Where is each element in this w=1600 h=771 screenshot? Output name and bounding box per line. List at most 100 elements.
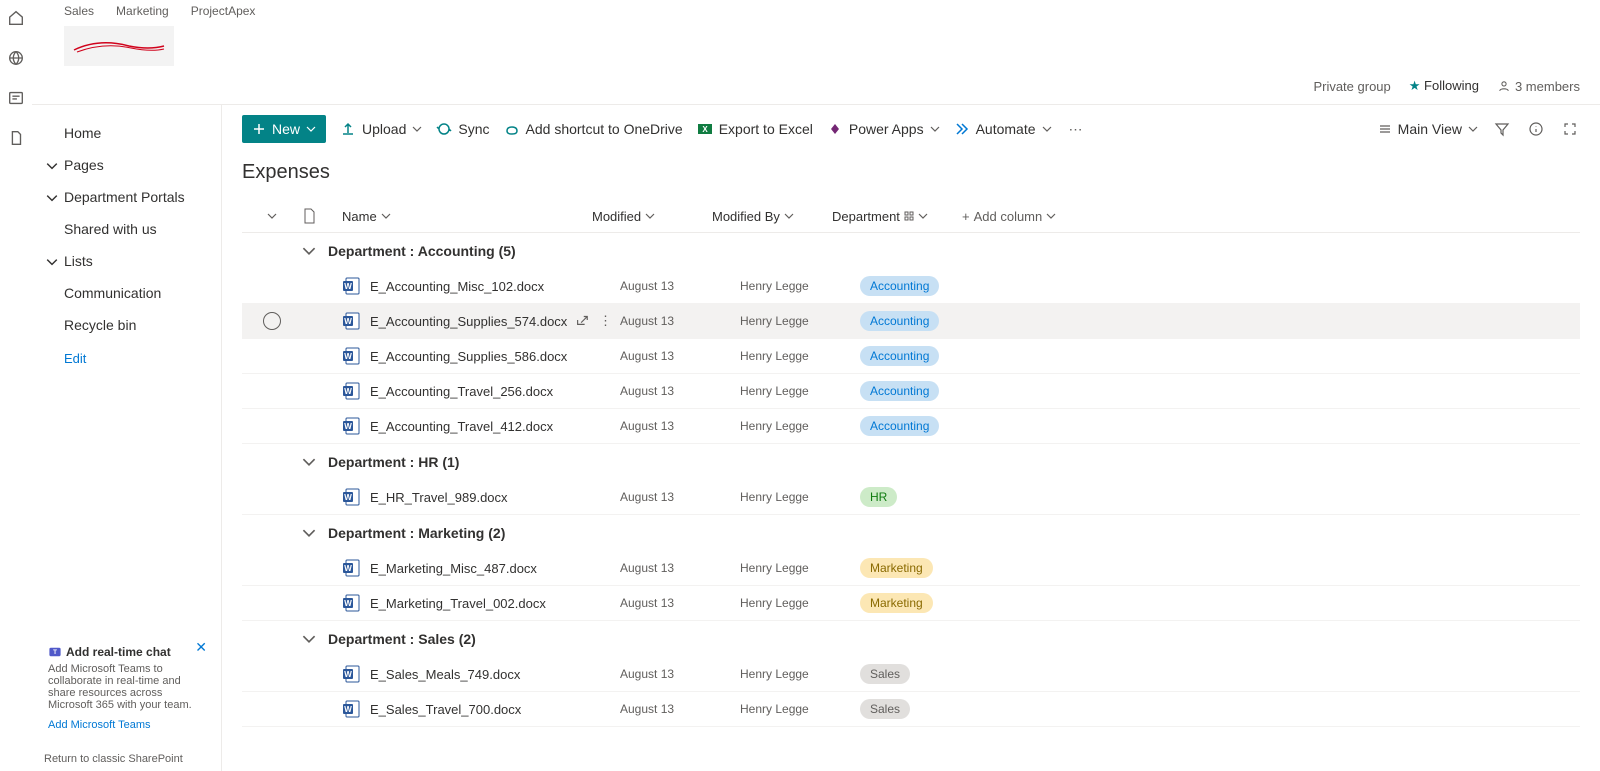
following-toggle[interactable]: ★ Following — [1409, 78, 1479, 94]
close-icon[interactable]: ✕ — [195, 639, 207, 656]
expand-icon[interactable] — [1560, 119, 1580, 139]
home-icon[interactable] — [6, 8, 26, 28]
modified-by: Henry Legge — [740, 349, 860, 363]
power-apps-button[interactable]: Power Apps — [827, 121, 940, 137]
modified-by: Henry Legge — [740, 667, 860, 681]
select-all-column[interactable] — [242, 211, 302, 221]
file-name[interactable]: E_Marketing_Misc_487.docx — [370, 561, 570, 576]
department-badge: Accounting — [860, 381, 990, 401]
more-icon[interactable]: ⋮ — [599, 313, 612, 329]
file-type-column[interactable] — [302, 208, 342, 224]
export-excel-button[interactable]: X Export to Excel — [697, 121, 813, 137]
table-row[interactable]: E_Accounting_Travel_412.docx August 13Hen… — [242, 409, 1580, 444]
nav-lists[interactable]: Lists — [32, 245, 221, 277]
file-name[interactable]: E_Accounting_Supplies_586.docx — [370, 349, 570, 364]
nav-home[interactable]: Home — [32, 117, 221, 149]
tab-projectapex[interactable]: ProjectApex — [191, 4, 256, 18]
file-name[interactable]: E_Accounting_Travel_412.docx — [370, 419, 570, 434]
command-bar: New Upload Sync Add shortcut to O — [222, 105, 1600, 153]
file-name[interactable]: E_Sales_Meals_749.docx — [370, 667, 570, 682]
modified-date: August 13 — [620, 667, 740, 681]
word-file-icon — [342, 559, 360, 577]
upload-button[interactable]: Upload — [340, 121, 422, 137]
table-header: Name Modified Modified By Departmen — [242, 200, 1580, 233]
modified-date: August 13 — [620, 561, 740, 575]
department-badge: Accounting — [860, 416, 990, 436]
nav-communication[interactable]: Communication — [32, 277, 221, 309]
table-row[interactable]: E_HR_Travel_989.docxAugust 13Henry Legge… — [242, 480, 1580, 515]
modified-by: Henry Legge — [740, 384, 860, 398]
group-header[interactable]: Department : Accounting (5) — [242, 233, 1580, 269]
globe-icon[interactable] — [6, 48, 26, 68]
department-column[interactable]: Department — [832, 209, 962, 224]
nav-shared-with-us[interactable]: Shared with us — [32, 213, 221, 245]
share-icon[interactable] — [575, 313, 589, 330]
modified-by: Henry Legge — [740, 279, 860, 293]
file-name[interactable]: E_Accounting_Travel_256.docx — [370, 384, 570, 399]
department-badge: Marketing — [860, 558, 990, 578]
modified-date: August 13 — [620, 419, 740, 433]
modified-date: August 13 — [620, 349, 740, 363]
add-shortcut-button[interactable]: Add shortcut to OneDrive — [504, 121, 683, 137]
modified-by: Henry Legge — [740, 314, 860, 328]
new-button[interactable]: New — [242, 115, 326, 143]
group-header[interactable]: Department : Sales (2) — [242, 621, 1580, 657]
nav-pages[interactable]: Pages — [32, 149, 221, 181]
word-file-icon — [342, 277, 360, 295]
svg-text:X: X — [702, 125, 708, 134]
members-count[interactable]: 3 members — [1497, 79, 1580, 94]
modified-date: August 13 — [620, 279, 740, 293]
file-name[interactable]: E_Accounting_Supplies_574.docx — [370, 314, 570, 329]
tab-marketing[interactable]: Marketing — [116, 4, 169, 18]
department-badge: Sales — [860, 664, 990, 684]
word-file-icon — [342, 700, 360, 718]
info-icon[interactable] — [1526, 119, 1546, 139]
teams-promo: ✕ T Add real-time chat Add Microsoft Tea… — [40, 637, 213, 739]
news-icon[interactable] — [6, 88, 26, 108]
table-row[interactable]: E_Accounting_Supplies_574.docx⋮August 13… — [242, 304, 1580, 339]
table-row[interactable]: E_Marketing_Travel_002.docxAugust 13Henr… — [242, 586, 1580, 621]
table-row[interactable]: E_Marketing_Misc_487.docx August 13Henry … — [242, 551, 1580, 586]
department-badge: Accounting — [860, 346, 990, 366]
promo-link[interactable]: Add Microsoft Teams — [48, 719, 205, 731]
modified-column[interactable]: Modified — [592, 209, 712, 224]
filter-icon[interactable] — [1492, 119, 1512, 139]
site-logo[interactable] — [64, 26, 174, 66]
promo-title: T Add real-time chat — [48, 645, 205, 659]
nav-department-portals[interactable]: Department Portals — [32, 181, 221, 213]
table-row[interactable]: E_Accounting_Supplies_586.docx August 13H… — [242, 339, 1580, 374]
file-name[interactable]: E_Sales_Travel_700.docx — [370, 702, 570, 717]
table-row[interactable]: E_Sales_Meals_749.docx August 13Henry Leg… — [242, 657, 1580, 692]
row-select[interactable] — [242, 312, 302, 330]
group-header[interactable]: Department : HR (1) — [242, 444, 1580, 480]
name-column[interactable]: Name — [342, 209, 592, 224]
modified-date: August 13 — [620, 702, 740, 716]
promo-body: Add Microsoft Teams to collaborate in re… — [48, 663, 205, 711]
table-row[interactable]: E_Accounting_Misc_102.docx August 13Henry… — [242, 269, 1580, 304]
modified-date: August 13 — [620, 384, 740, 398]
nav-edit-link[interactable]: Edit — [32, 341, 221, 374]
modified-by: Henry Legge — [740, 561, 860, 575]
main-content: New Upload Sync Add shortcut to O — [222, 105, 1600, 771]
file-name[interactable]: E_HR_Travel_989.docx — [370, 490, 570, 505]
automate-button[interactable]: Automate — [954, 121, 1052, 137]
tab-sales[interactable]: Sales — [64, 4, 94, 18]
add-column-button[interactable]: + Add column — [962, 209, 1056, 224]
group-header-info: Private group ★ Following 3 members — [32, 74, 1600, 105]
modified-by: Henry Legge — [740, 419, 860, 433]
modified-by-column[interactable]: Modified By — [712, 209, 832, 224]
more-actions-icon[interactable]: ⋯ — [1066, 119, 1086, 139]
document-list: Name Modified Modified By Departmen — [222, 200, 1600, 771]
return-classic-link[interactable]: Return to classic SharePoint — [32, 747, 221, 771]
word-file-icon — [342, 312, 360, 330]
view-switcher[interactable]: Main View — [1378, 121, 1478, 137]
files-icon[interactable] — [6, 128, 26, 148]
sync-button[interactable]: Sync — [436, 121, 489, 137]
department-badge: HR — [860, 487, 990, 507]
table-row[interactable]: E_Accounting_Travel_256.docx August 13Hen… — [242, 374, 1580, 409]
group-header[interactable]: Department : Marketing (2) — [242, 515, 1580, 551]
table-row[interactable]: E_Sales_Travel_700.docxAugust 13Henry Le… — [242, 692, 1580, 727]
nav-recycle-bin[interactable]: Recycle bin — [32, 309, 221, 341]
file-name[interactable]: E_Marketing_Travel_002.docx — [370, 596, 570, 611]
file-name[interactable]: E_Accounting_Misc_102.docx — [370, 279, 570, 294]
